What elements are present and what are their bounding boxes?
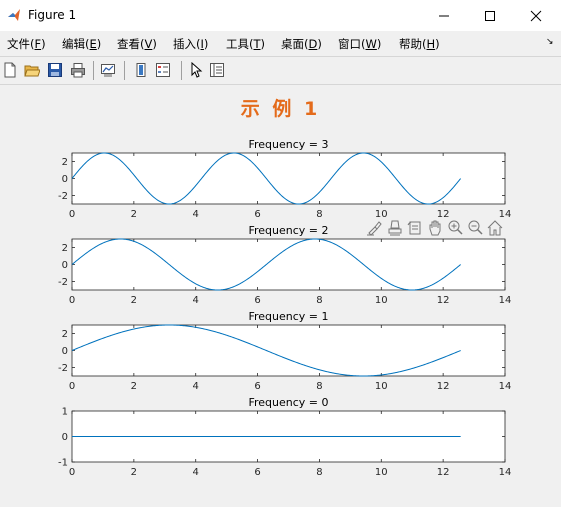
axes-box [71,324,506,377]
y-tick-label: -2 [58,191,68,202]
subplot-title: Frequency = 0 [248,396,328,409]
y-tick-label: -1 [58,458,68,469]
x-tick-label: 14 [499,467,512,478]
x-tick-label: 10 [375,467,388,478]
y-tick-label: 1 [62,407,68,418]
y-tick-label: 0 [62,432,68,443]
x-tick-label: 2 [131,381,137,392]
y-tick-label: 0 [62,346,68,357]
pan-icon[interactable] [426,219,444,237]
x-tick-label: 8 [316,381,322,392]
x-tick-label: 6 [254,467,260,478]
zoom-in-icon[interactable] [446,219,464,237]
x-tick-label: 10 [375,381,388,392]
x-tick-label: 0 [69,467,75,478]
x-tick-label: 2 [131,209,137,220]
x-tick-label: 2 [131,295,137,306]
y-tick-label: 2 [62,329,68,340]
subplot-title: Frequency = 2 [248,224,328,237]
x-tick-label: 0 [69,209,75,220]
rotate-icon[interactable] [406,219,424,237]
y-tick-label: -2 [58,363,68,374]
axes-toolbar [366,219,506,237]
zoom-out-icon[interactable] [466,219,484,237]
x-tick-label: 0 [69,295,75,306]
x-tick-label: 6 [254,381,260,392]
y-tick-label: 2 [62,157,68,168]
x-tick-label: 4 [193,209,199,220]
x-tick-label: 8 [316,209,322,220]
axes-box [71,238,506,291]
subplot-title: Frequency = 1 [248,310,328,323]
y-tick-label: 0 [62,260,68,271]
x-tick-label: 12 [437,381,450,392]
x-tick-label: 2 [131,467,137,478]
y-tick-label: 2 [62,243,68,254]
x-tick-label: 10 [375,295,388,306]
x-tick-label: 4 [193,295,199,306]
x-tick-label: 14 [499,381,512,392]
x-tick-label: 12 [437,467,450,478]
y-tick-label: -2 [58,277,68,288]
x-tick-label: 14 [499,295,512,306]
x-tick-label: 4 [193,467,199,478]
brush-icon[interactable] [366,219,384,237]
x-tick-label: 0 [69,381,75,392]
subplot-title: Frequency = 3 [248,138,328,151]
x-tick-label: 12 [437,295,450,306]
home-icon[interactable] [486,219,504,237]
x-tick-label: 6 [254,209,260,220]
x-tick-label: 8 [316,295,322,306]
x-tick-label: 6 [254,295,260,306]
x-tick-label: 4 [193,381,199,392]
subplot-area[interactable]: Frequency = 30 2 4 6 8 10 12 1420-2Frequency = … [0,0,561,507]
data-tips-icon[interactable] [386,219,404,237]
x-tick-label: 8 [316,467,322,478]
y-tick-label: 0 [62,174,68,185]
